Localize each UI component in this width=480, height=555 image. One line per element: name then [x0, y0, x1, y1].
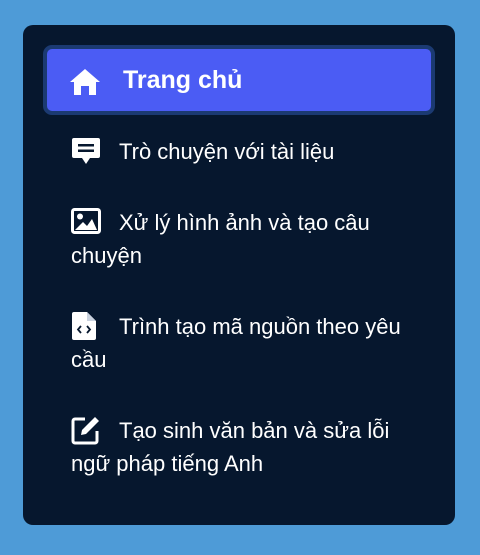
sidebar-item-code-generator[interactable]: Trình tạo mã nguồn theo yêu cầu	[71, 310, 421, 376]
image-icon	[71, 208, 101, 234]
sidebar-item-image-story[interactable]: Xử lý hình ảnh và tạo câu chuyện	[71, 206, 421, 272]
sidebar-item-label: Trò chuyện với tài liệu	[119, 139, 335, 164]
sidebar-nav: Trang chủ Trò chuyện với tài liệu Xử lý …	[23, 25, 455, 525]
sidebar-item-chat-documents[interactable]: Trò chuyện với tài liệu	[71, 135, 421, 168]
sidebar-item-label: Trang chủ	[123, 66, 243, 94]
file-code-icon	[71, 311, 97, 341]
sidebar-item-label: Tạo sinh văn bản và sửa lỗi ngữ pháp tiế…	[71, 418, 390, 476]
sidebar-item-label: Xử lý hình ảnh và tạo câu chuyện	[71, 210, 370, 268]
sidebar-item-text-grammar[interactable]: Tạo sinh văn bản và sửa lỗi ngữ pháp tiế…	[71, 414, 421, 480]
comment-icon	[71, 136, 101, 166]
sidebar-item-label: Trình tạo mã nguồn theo yêu cầu	[71, 314, 401, 372]
edit-icon	[71, 415, 101, 445]
home-icon	[69, 68, 101, 96]
sidebar-item-home[interactable]: Trang chủ	[43, 45, 435, 115]
